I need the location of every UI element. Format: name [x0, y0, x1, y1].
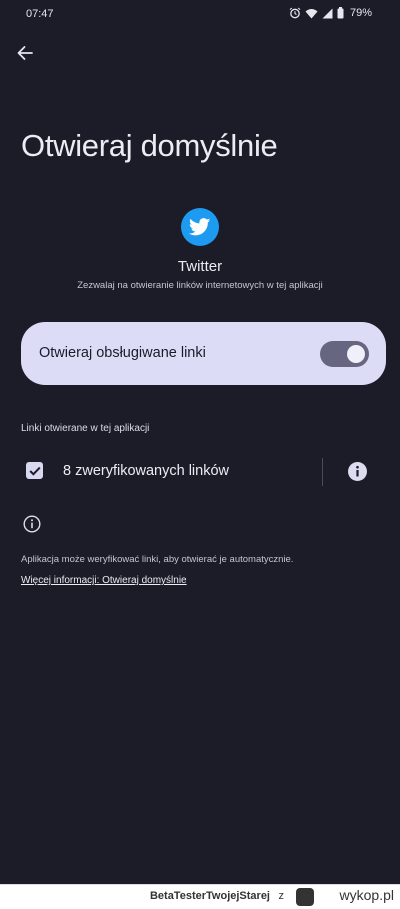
battery-icon	[337, 7, 344, 19]
footer-text: Aplikacja może weryfikować linki, aby ot…	[21, 554, 294, 565]
signal-icon	[322, 8, 333, 18]
watermark-user: BetaTesterTwojejStarej	[149, 890, 270, 902]
app-icon	[181, 208, 219, 246]
watermark-separator: z	[278, 890, 285, 902]
status-time: 07:47	[26, 8, 54, 20]
arrow-back-icon	[17, 46, 33, 60]
watermark-site: wykop.pl	[339, 887, 394, 903]
battery-percentage: 79%	[349, 7, 372, 19]
verified-links-label[interactable]: 8 zweryfikowanych linków	[63, 463, 229, 479]
toggle-label: Otwieraj obsługiwane linki	[39, 345, 206, 361]
toggle-switch[interactable]	[320, 341, 369, 367]
status-icons: 79%	[289, 7, 372, 19]
verified-links-checkbox[interactable]	[26, 462, 43, 479]
settings-screen: 07:47 79% Otwieraj domyślnie Twitter Zez…	[0, 0, 400, 884]
row-divider	[322, 458, 323, 486]
verified-links-row: 8 zweryfikowanych linków	[0, 450, 400, 494]
watermark-bar: BetaTesterTwojejStarej z wykop.pl	[0, 884, 400, 909]
open-supported-links-toggle[interactable]: Otwieraj obsługiwane linki	[21, 322, 386, 385]
check-icon	[28, 466, 41, 476]
status-bar: 07:47 79%	[0, 0, 400, 30]
info-outline-icon	[23, 515, 41, 533]
twitter-bird-icon	[189, 218, 211, 236]
wifi-icon	[305, 8, 318, 18]
app-name: Twitter	[177, 258, 223, 275]
more-info-link[interactable]: Więcej informacji: Otwieraj domyślnie	[21, 575, 187, 586]
section-header: Linki otwierane w tej aplikacji	[21, 423, 150, 434]
wykop-logo-icon	[296, 888, 314, 906]
switch-thumb	[347, 345, 365, 363]
info-filled-icon[interactable]	[347, 461, 368, 482]
page-title: Otwieraj domyślnie	[21, 128, 278, 163]
alarm-icon	[289, 7, 301, 19]
app-description: Zezwalaj na otwieranie linków internetow…	[77, 280, 323, 291]
back-button[interactable]	[12, 40, 38, 66]
